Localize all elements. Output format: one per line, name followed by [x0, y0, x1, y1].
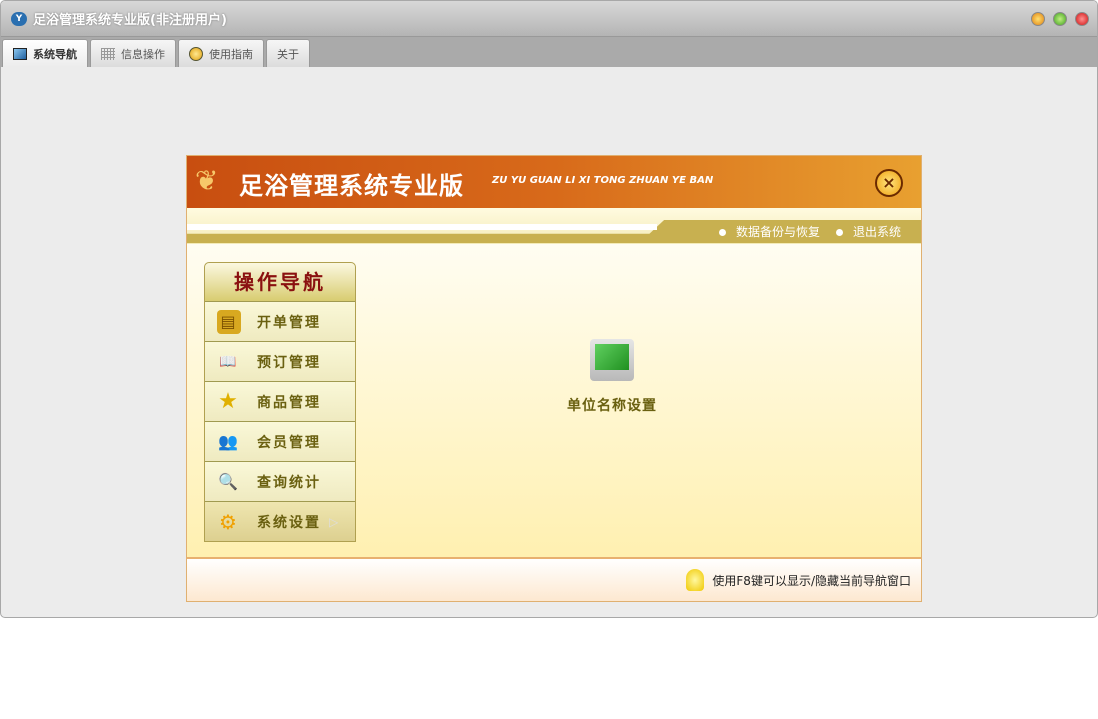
- star-icon: ★: [218, 389, 240, 414]
- nav-item-members[interactable]: 👥 会员管理: [205, 421, 355, 461]
- lightbulb-icon: [686, 569, 705, 591]
- help-icon: [189, 46, 203, 61]
- settings-gear-icon: ⚙: [219, 509, 239, 534]
- tab-label: 系统导航: [33, 47, 77, 61]
- tab-about[interactable]: 关于: [266, 39, 310, 67]
- nav-item-settings[interactable]: ⚙ 系统设置 ▷: [205, 501, 355, 541]
- monitor-icon: [13, 47, 27, 60]
- backup-restore-link[interactable]: 数据备份与恢复: [718, 223, 820, 240]
- nav-item-label: 预订管理: [257, 354, 321, 371]
- footer-hint: 使用F8键可以显示/隐藏当前导航窗口: [712, 573, 911, 588]
- tab-system-nav[interactable]: 系统导航: [2, 39, 88, 67]
- maximize-button[interactable]: [1053, 12, 1067, 26]
- link-label: 数据备份与恢复: [735, 225, 820, 239]
- nav-item-label: 开单管理: [257, 314, 321, 331]
- unit-name-setting-label: 单位名称设置: [567, 398, 657, 414]
- magnifier-icon: 🔍: [218, 472, 240, 491]
- nav-title: 操作导航: [205, 263, 355, 301]
- link-strip: 数据备份与恢复 退出系统: [187, 208, 921, 244]
- tab-info-ops[interactable]: 信息操作: [90, 39, 176, 67]
- chevron-right-icon: ▷: [329, 514, 341, 529]
- panel-title: 足浴管理系统专业版: [239, 172, 464, 200]
- operation-nav: 操作导航 ▤ 开单管理 📖 预订管理 ★ 商品管理 👥 会员管理 🔍 查询统计 ⚙ 系统设置…: [204, 262, 356, 542]
- monitor-icon: [590, 339, 634, 381]
- nav-item-goods[interactable]: ★ 商品管理: [205, 381, 355, 421]
- nav-item-label: 系统设置: [257, 514, 321, 531]
- close-button[interactable]: [1075, 12, 1089, 26]
- nav-item-label: 查询统计: [257, 474, 321, 491]
- app-logo-icon: Y: [11, 11, 27, 26]
- nav-item-order[interactable]: ▤ 开单管理: [205, 301, 355, 341]
- tab-label: 使用指南: [209, 47, 253, 61]
- nav-item-booking[interactable]: 📖 预订管理: [205, 341, 355, 381]
- minimize-button[interactable]: [1031, 12, 1045, 26]
- navigation-panel: ❦ 足浴管理系统专业版 ZU YU GUAN LI XI TONG ZHUAN …: [186, 155, 922, 602]
- users-icon: 👥: [218, 432, 240, 451]
- tab-bar: 系统导航 信息操作 使用指南 关于: [1, 37, 1097, 67]
- feet-logo-icon: ❦: [195, 164, 219, 197]
- nav-item-label: 商品管理: [257, 394, 321, 411]
- grid-icon: [101, 47, 115, 60]
- tab-guide[interactable]: 使用指南: [178, 39, 264, 67]
- tab-label: 信息操作: [121, 47, 165, 61]
- link-label: 退出系统: [852, 225, 901, 239]
- panel-header: ❦ 足浴管理系统专业版 ZU YU GUAN LI XI TONG ZHUAN …: [187, 156, 921, 208]
- panel-footer: 使用F8键可以显示/隐藏当前导航窗口: [187, 557, 921, 601]
- unit-name-setting[interactable]: 单位名称设置: [567, 339, 657, 415]
- exit-system-link[interactable]: 退出系统: [835, 223, 901, 240]
- app-window: Y 足浴管理系统专业版(非注册用户) 系统导航 信息操作 使用指南 关于 ❦ 足…: [0, 0, 1098, 618]
- document-icon: ▤: [217, 309, 241, 334]
- panel-subtitle: ZU YU GUAN LI XI TONG ZHUAN YE BAN: [492, 175, 714, 186]
- nav-item-label: 会员管理: [257, 434, 321, 451]
- tab-label: 关于: [277, 47, 299, 61]
- nav-item-query[interactable]: 🔍 查询统计: [205, 461, 355, 501]
- panel-close-button[interactable]: ×: [875, 169, 903, 197]
- title-bar: Y 足浴管理系统专业版(非注册用户): [1, 1, 1097, 37]
- book-icon: 📖: [219, 353, 239, 370]
- window-title: 足浴管理系统专业版(非注册用户): [33, 13, 227, 28]
- panel-body: 操作导航 ▤ 开单管理 📖 预订管理 ★ 商品管理 👥 会员管理 🔍 查询统计 ⚙ 系统设置…: [187, 244, 921, 559]
